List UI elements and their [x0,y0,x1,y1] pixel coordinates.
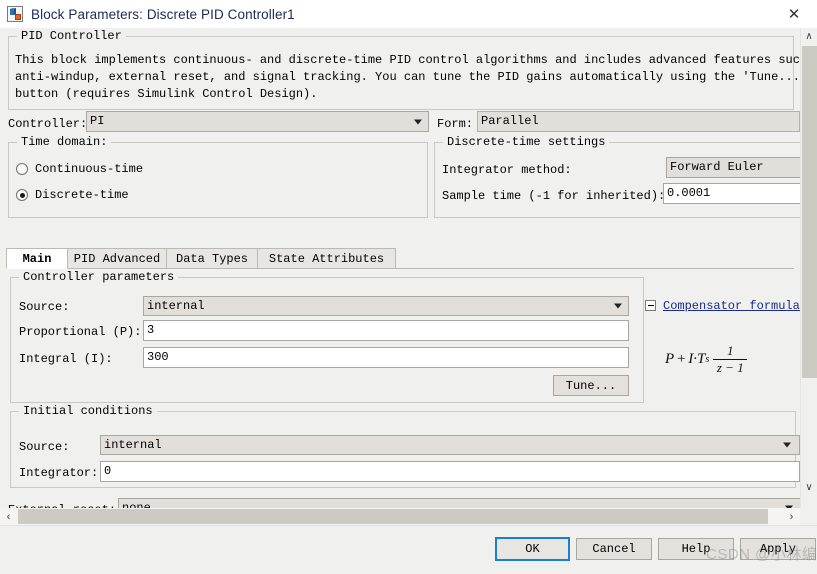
form-label: Form: [437,117,474,131]
ok-button[interactable]: OK [495,537,570,561]
formula-t-subscript: s [705,353,710,365]
initial-source-value: internal [104,438,162,452]
discrete-time-settings-group-legend: Discrete-time settings [443,135,610,149]
compensator-formula: P + I · T s 1 z − 1 [665,343,748,375]
tab-state-attributes-label: State Attributes [268,251,385,266]
scroll-right-icon[interactable]: › [783,508,800,525]
controller-label: Controller: [8,117,88,131]
pid-controller-group-legend: PID Controller [17,29,126,43]
chevron-down-icon [414,119,422,124]
integrator-method-select[interactable]: Forward Euler [666,157,800,178]
tabstrip: Main PID Advanced Data Types State Attri… [6,248,794,269]
controller-parameters-group-legend: Controller parameters [19,270,179,284]
formula-plus: + [676,350,687,367]
csdn-watermark: CSDN @小林编程 [706,546,817,563]
vertical-scroll-thumb[interactable] [802,46,817,378]
controller-source-value: internal [147,299,205,313]
chevron-down-icon [783,442,791,448]
tab-data-types[interactable]: Data Types [166,248,258,269]
tune-button-label: Tune... [565,378,617,393]
integral-input[interactable]: 300 [143,347,629,368]
tab-data-types-label: Data Types [176,251,249,266]
scroll-left-icon[interactable]: ‹ [0,508,17,525]
formula-t: T [697,350,706,367]
controller-source-label: Source: [19,300,70,314]
tab-main[interactable]: Main [6,248,68,269]
dialog-scroll-content: PID Controller This block implements con… [0,28,800,508]
radio-discrete-time-label: Discrete-time [35,188,129,202]
tune-button[interactable]: Tune... [553,375,629,396]
formula-denominator: z − 1 [716,359,744,375]
description-line-2: anti-windup, external reset, and signal … [15,70,800,84]
initial-integrator-input[interactable]: 0 [100,461,800,482]
tab-main-label: Main [22,251,52,266]
initial-source-select[interactable]: internal [100,435,800,455]
vertical-scrollbar[interactable]: ∧ ∨ [800,28,817,508]
scroll-down-icon[interactable]: ∨ [801,479,817,496]
cancel-button[interactable]: Cancel [576,538,652,560]
horizontal-scrollbar[interactable]: ‹ › [0,508,800,525]
radio-continuous-time[interactable]: Continuous-time [16,162,143,176]
controller-select-value: PI [90,114,105,128]
initial-conditions-group-legend: Initial conditions [19,404,157,418]
tab-pid-advanced-label: PID Advanced [73,251,161,266]
dialog-button-bar: OK Cancel Help Apply [0,525,817,574]
discrete-time-settings-group: Discrete-time settings [434,135,800,218]
compensator-collapse-toggle[interactable] [645,300,656,311]
integrator-method-label: Integrator method: [442,163,572,177]
time-domain-group: Time domain: [8,135,428,218]
radio-discrete-time-indicator [16,189,28,201]
integral-label: Integral (I): [19,352,113,366]
initial-integrator-label: Integrator: [19,466,99,480]
form-value-field: Parallel [477,111,800,132]
simulink-block-icon [7,6,23,22]
formula-p: P [665,350,675,367]
window-title: Block Parameters: Discrete PID Controlle… [31,6,295,22]
block-parameters-dialog: PID Controller This block implements con… [0,28,817,574]
formula-numerator: 1 [727,343,734,358]
tab-state-attributes[interactable]: State Attributes [257,248,396,269]
time-domain-group-legend: Time domain: [17,135,112,149]
sample-time-label: Sample time (-1 for inherited): [442,189,666,203]
initial-source-label: Source: [19,440,70,454]
external-reset-select[interactable]: none [118,498,800,508]
ok-button-label: OK [525,542,540,556]
radio-discrete-time[interactable]: Discrete-time [16,188,129,202]
description-line-1: This block implements continuous- and di… [15,53,800,67]
proportional-input[interactable]: 3 [143,320,629,341]
radio-continuous-time-indicator [16,163,28,175]
external-reset-value: none [122,501,151,508]
scroll-up-icon[interactable]: ∧ [801,28,817,45]
sample-time-input[interactable]: 0.0001 [663,183,800,204]
description-line-3: button (requires Simulink Control Design… [15,87,318,101]
close-icon[interactable]: ✕ [771,0,817,28]
horizontal-scroll-thumb[interactable] [18,509,768,524]
controller-source-select[interactable]: internal [143,296,629,316]
window-titlebar: Block Parameters: Discrete PID Controlle… [0,0,817,29]
formula-fraction: 1 z − 1 [713,343,748,375]
radio-continuous-time-label: Continuous-time [35,162,144,176]
compensator-formula-link[interactable]: Compensator formula [663,299,800,313]
proportional-label: Proportional (P): [19,325,142,339]
chevron-down-icon [614,303,622,309]
cancel-button-label: Cancel [592,542,636,556]
tab-pid-advanced[interactable]: PID Advanced [67,248,167,269]
controller-select[interactable]: PI [86,111,429,132]
integrator-method-value: Forward Euler [670,160,764,174]
